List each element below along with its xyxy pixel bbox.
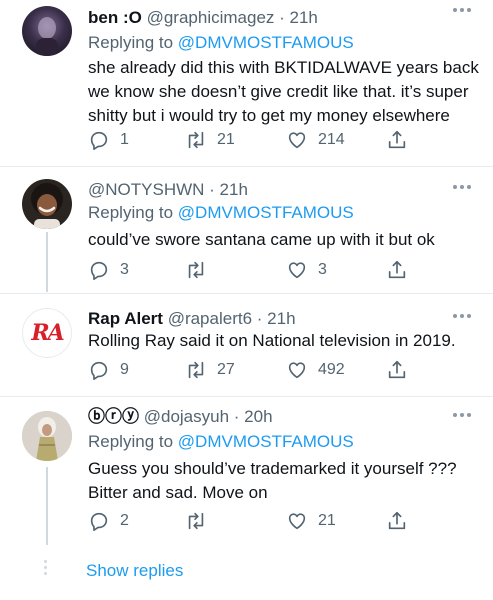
more-icon[interactable] [453, 185, 471, 189]
timestamp[interactable]: · 21h [279, 8, 318, 27]
retweet-icon [188, 361, 204, 379]
replying-to: Replying to @DMVMOSTFAMOUS [88, 202, 354, 224]
share-button[interactable] [386, 359, 408, 381]
avatar[interactable] [22, 179, 72, 229]
avatar-image [36, 17, 58, 56]
share-button[interactable] [386, 510, 408, 532]
retweet-count: 21 [217, 131, 235, 148]
share-button[interactable] [386, 129, 408, 151]
tweet-header: Rap Alert @rapalert6 · 21h [88, 308, 296, 330]
display-name[interactable]: ⓑⓡⓨ [88, 407, 139, 426]
tweet-1[interactable]: ben :O @graphicimagez · 21h Replying to … [0, 0, 493, 167]
share-icon [388, 130, 406, 149]
user-handle[interactable]: @NOTYSHWN [88, 180, 204, 199]
retweet-icon [188, 261, 204, 279]
reply-icon [90, 261, 108, 280]
tweet-actions: 3 3 [88, 259, 418, 281]
like-button[interactable]: 21 [286, 510, 336, 532]
more-icon[interactable] [453, 413, 471, 417]
reply-count: 9 [120, 361, 129, 378]
tweet-header: ⓑⓡⓨ @dojasyuh · 20h [88, 406, 273, 428]
thread-dots [44, 560, 47, 575]
like-button[interactable]: 3 [286, 259, 327, 281]
tweet-text: could’ve swore santana came up with it b… [88, 230, 435, 249]
mention-link[interactable]: @DMVMOSTFAMOUS [178, 432, 354, 451]
retweet-button[interactable]: 27 [185, 359, 235, 381]
retweet-icon [188, 131, 204, 149]
share-icon [388, 511, 406, 530]
show-replies-link[interactable]: Show replies [86, 561, 183, 581]
like-button[interactable]: 214 [286, 129, 345, 151]
replying-to: Replying to @DMVMOSTFAMOUS [88, 431, 354, 453]
retweet-button[interactable] [185, 510, 217, 532]
like-count: 214 [318, 131, 345, 148]
share-button[interactable] [386, 259, 408, 281]
reply-button[interactable]: 3 [88, 259, 129, 281]
more-icon[interactable] [453, 8, 471, 12]
reply-icon [90, 131, 108, 150]
share-icon [388, 360, 406, 379]
replying-to-label: Replying to [88, 33, 174, 52]
more-icon[interactable] [453, 314, 471, 318]
avatar-image [22, 411, 72, 461]
tweet-header: ben :O @graphicimagez · 21h [88, 7, 318, 29]
tweet-text: Guess you should’ve trademarked it yours… [88, 459, 457, 502]
retweet-icon [188, 512, 204, 530]
reply-count: 1 [120, 131, 129, 148]
reply-button[interactable]: 9 [88, 359, 129, 381]
mention-link[interactable]: @DMVMOSTFAMOUS [178, 33, 354, 52]
heart-icon [288, 132, 306, 149]
timestamp[interactable]: · 21h [257, 309, 296, 328]
tweet-header: @NOTYSHWN · 21h [88, 179, 248, 201]
tweet-text: Rolling Ray said it on National televisi… [88, 331, 456, 350]
retweet-count: 27 [217, 361, 235, 378]
retweet-button[interactable]: 21 [185, 129, 235, 151]
like-count: 3 [318, 261, 327, 278]
display-name[interactable]: ben :O [88, 8, 142, 27]
share-icon [388, 260, 406, 279]
timestamp[interactable]: · 21h [209, 180, 248, 199]
tweet-actions: 1 21 214 [88, 129, 418, 151]
user-handle[interactable]: @graphicimagez [147, 8, 275, 27]
avatar[interactable]: RA [22, 308, 72, 358]
like-button[interactable]: 492 [286, 359, 345, 381]
replying-to: Replying to @DMVMOSTFAMOUS [88, 32, 354, 54]
user-handle[interactable]: @rapalert6 [168, 309, 252, 328]
like-count: 21 [318, 512, 336, 529]
reply-icon [90, 512, 108, 531]
reply-icon [90, 361, 108, 380]
rap-alert-logo: RA [31, 320, 64, 346]
reply-button[interactable]: 2 [88, 510, 129, 532]
reply-count: 3 [120, 261, 129, 278]
display-name[interactable]: Rap Alert [88, 309, 163, 328]
tweet-3[interactable]: RA Rap Alert @rapalert6 · 21h Rolling Ra… [0, 294, 493, 397]
timestamp[interactable]: · 20h [234, 407, 273, 426]
avatar-image [31, 183, 63, 229]
replying-to-label: Replying to [88, 203, 174, 222]
user-handle[interactable]: @dojasyuh [144, 407, 229, 426]
avatar[interactable] [22, 411, 72, 461]
tweet-2[interactable]: @NOTYSHWN · 21h Replying to @DMVMOSTFAMO… [0, 167, 493, 294]
replying-to-label: Replying to [88, 432, 174, 451]
mention-link[interactable]: @DMVMOSTFAMOUS [178, 203, 354, 222]
reply-count: 2 [120, 512, 129, 529]
tweet-actions: 2 21 [88, 510, 418, 532]
heart-icon [288, 362, 306, 379]
like-count: 492 [318, 361, 345, 378]
reply-button[interactable]: 1 [88, 129, 129, 151]
avatar[interactable] [22, 6, 72, 56]
tweet-actions: 9 27 492 [88, 359, 418, 381]
heart-icon [288, 513, 306, 530]
tweet-text: she already did this with BKTIDALWAVE ye… [88, 58, 479, 125]
retweet-button[interactable] [185, 259, 217, 281]
tweet-4[interactable]: ⓑⓡⓨ @dojasyuh · 20h Replying to @DMVMOST… [0, 397, 493, 547]
heart-icon [288, 262, 306, 279]
